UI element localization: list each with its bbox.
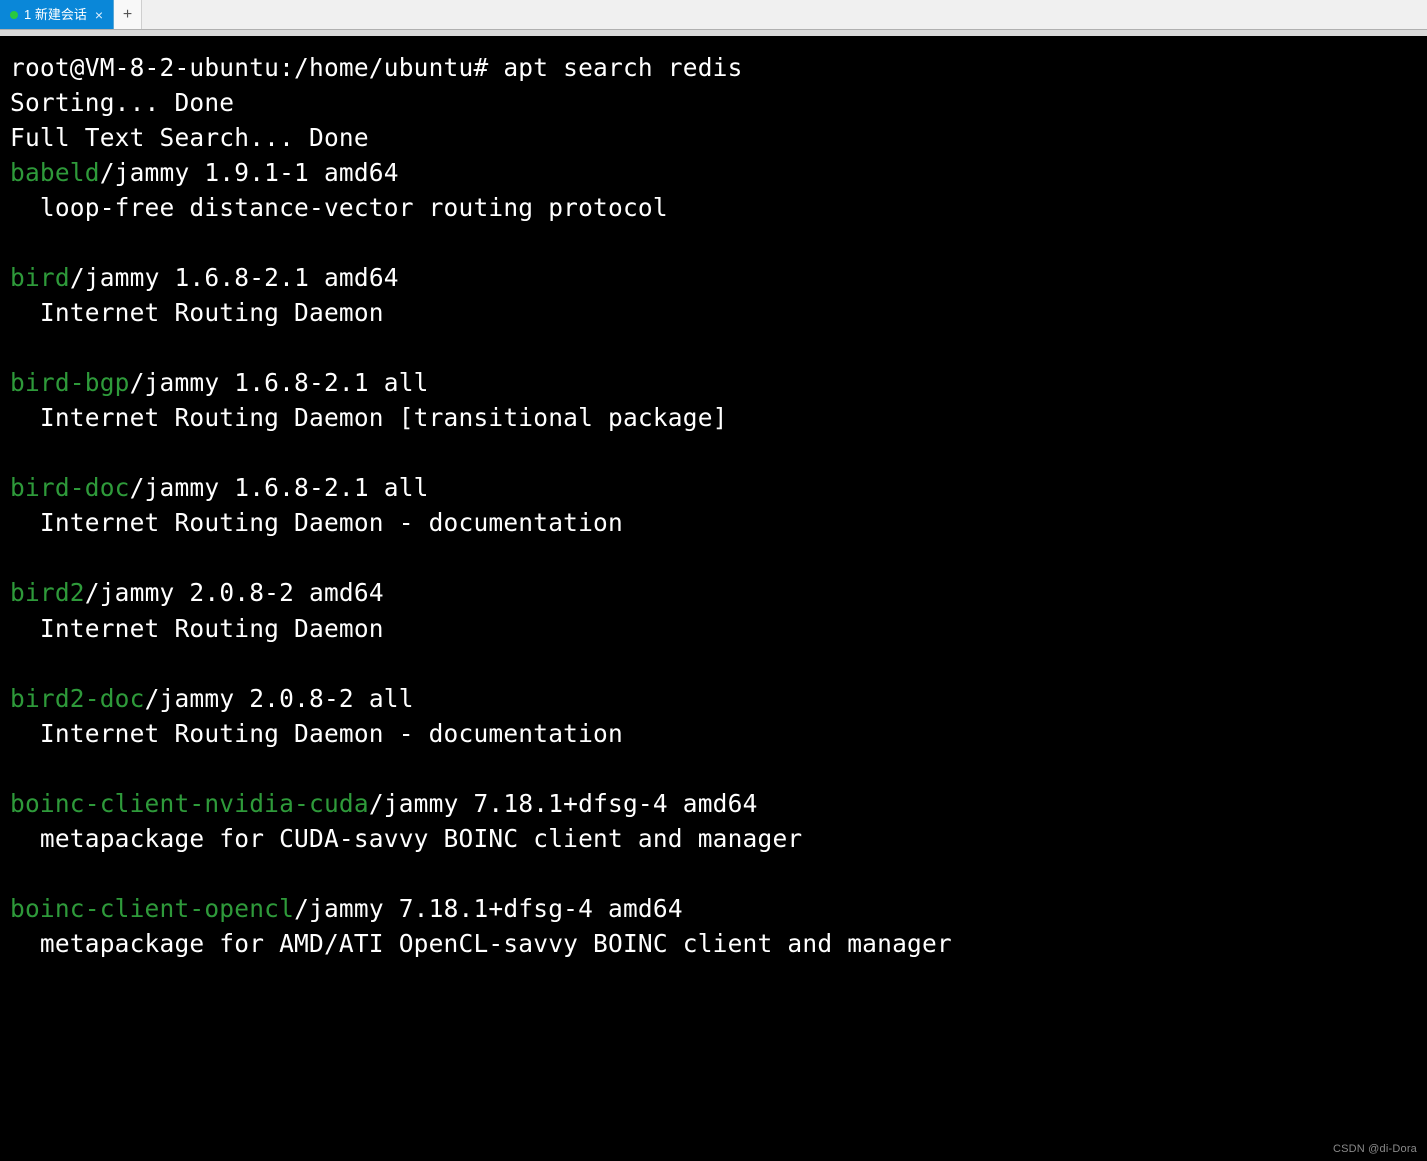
package-desc: Internet Routing Daemon - documentation — [10, 508, 623, 537]
terminal-window: 1 新建会话 × + root@VM-8-2-ubuntu:/home/ubun… — [0, 0, 1427, 1161]
session-tab[interactable]: 1 新建会话 × — [0, 0, 114, 29]
command-text: apt search redis — [503, 53, 742, 82]
package-desc: metapackage for AMD/ATI OpenCL-savvy BOI… — [10, 929, 952, 958]
package-meta: /jammy 7.18.1+dfsg-4 amd64 — [294, 894, 683, 923]
package-name: boinc-client-opencl — [10, 894, 294, 923]
prompt-text: root@VM-8-2-ubuntu:/home/ubuntu# — [10, 53, 503, 82]
package-desc: Internet Routing Daemon - documentation — [10, 719, 623, 748]
new-tab-button[interactable]: + — [114, 0, 142, 29]
tab-label: 1 新建会话 — [24, 8, 87, 21]
package-name: boinc-client-nvidia-cuda — [10, 789, 369, 818]
tab-bar: 1 新建会话 × + — [0, 0, 1427, 30]
package-name: bird — [10, 263, 70, 292]
package-meta: /jammy 2.0.8-2 all — [145, 684, 414, 713]
status-line: Full Text Search... Done — [10, 123, 369, 152]
package-desc: Internet Routing Daemon [transitional pa… — [10, 403, 728, 432]
package-meta: /jammy 1.9.1-1 amd64 — [100, 158, 399, 187]
package-meta: /jammy 1.6.8-2.1 all — [130, 473, 429, 502]
package-name: bird2-doc — [10, 684, 145, 713]
terminal-viewport[interactable]: root@VM-8-2-ubuntu:/home/ubuntu# apt sea… — [0, 30, 1427, 1161]
package-meta: /jammy 1.6.8-2.1 all — [130, 368, 429, 397]
status-line: Sorting... Done — [10, 88, 234, 117]
status-dot-icon — [10, 11, 18, 19]
close-icon[interactable]: × — [93, 8, 105, 22]
package-meta: /jammy 1.6.8-2.1 amd64 — [70, 263, 399, 292]
package-name: bird-bgp — [10, 368, 130, 397]
package-desc: Internet Routing Daemon — [10, 614, 384, 643]
package-name: babeld — [10, 158, 100, 187]
package-name: bird2 — [10, 578, 85, 607]
package-desc: loop-free distance-vector routing protoc… — [10, 193, 668, 222]
package-name: bird-doc — [10, 473, 130, 502]
package-desc: Internet Routing Daemon — [10, 298, 384, 327]
package-meta: /jammy 2.0.8-2 amd64 — [85, 578, 384, 607]
watermark-text: CSDN @di-Dora — [1333, 1144, 1417, 1155]
package-desc: metapackage for CUDA-savvy BOINC client … — [10, 824, 802, 853]
package-meta: /jammy 7.18.1+dfsg-4 amd64 — [369, 789, 758, 818]
plus-icon: + — [123, 7, 132, 23]
